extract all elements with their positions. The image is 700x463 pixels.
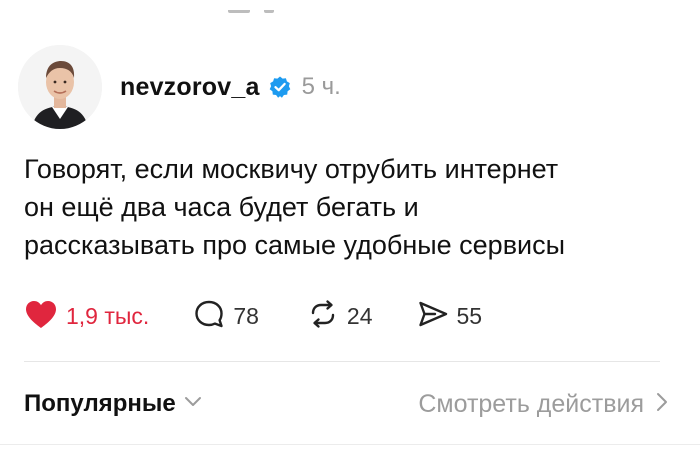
bottom-divider <box>0 444 700 445</box>
share-count: 55 <box>456 302 483 329</box>
sort-dropdown[interactable]: Популярные <box>24 390 202 418</box>
chevron-right-icon <box>656 392 668 417</box>
post-timestamp: 5 ч. <box>301 73 341 100</box>
avatar-photo-icon <box>18 45 102 129</box>
repost-arrows-icon <box>307 299 339 334</box>
post-text-line: рассказывать про самые удобные сервисы <box>24 230 566 260</box>
repost-button[interactable]: 24 <box>307 299 373 334</box>
view-activity-link[interactable]: Смотреть действия <box>418 390 668 419</box>
heart-icon <box>24 299 58 334</box>
speech-bubble-icon <box>193 299 225 334</box>
share-button[interactable]: 55 <box>417 299 483 334</box>
comment-count: 78 <box>233 302 259 329</box>
replies-toolbar: Популярные Смотреть действия <box>24 382 668 426</box>
like-button[interactable]: 1,9 тыс. <box>24 299 149 334</box>
send-icon <box>417 299 449 334</box>
view-activity-label: Смотреть действия <box>418 389 644 418</box>
previous-item-edge <box>228 0 292 13</box>
comment-button[interactable]: 78 <box>193 299 259 334</box>
verified-badge-icon <box>268 75 292 99</box>
avatar[interactable] <box>18 45 102 129</box>
post-text-line: он ещё два часа будет бегать и <box>24 192 419 222</box>
post-text: Говорят, если москвичу отрубить интернет… <box>24 150 684 264</box>
username[interactable]: nevzorov_a <box>120 73 260 102</box>
thread-post-screen: nevzorov_a 5 ч. Говорят, если москвичу о… <box>0 0 700 463</box>
divider <box>24 361 660 362</box>
repost-count: 24 <box>346 302 373 329</box>
post-text-line: Говорят, если москвичу отрубить интернет <box>24 154 559 184</box>
like-count: 1,9 тыс. <box>66 302 150 329</box>
post-actions-bar: 1,9 тыс. 78 24 55 <box>24 296 518 336</box>
sort-label: Популярные <box>24 390 176 417</box>
post-header: nevzorov_a 5 ч. <box>18 44 341 130</box>
chevron-down-icon <box>184 395 202 413</box>
